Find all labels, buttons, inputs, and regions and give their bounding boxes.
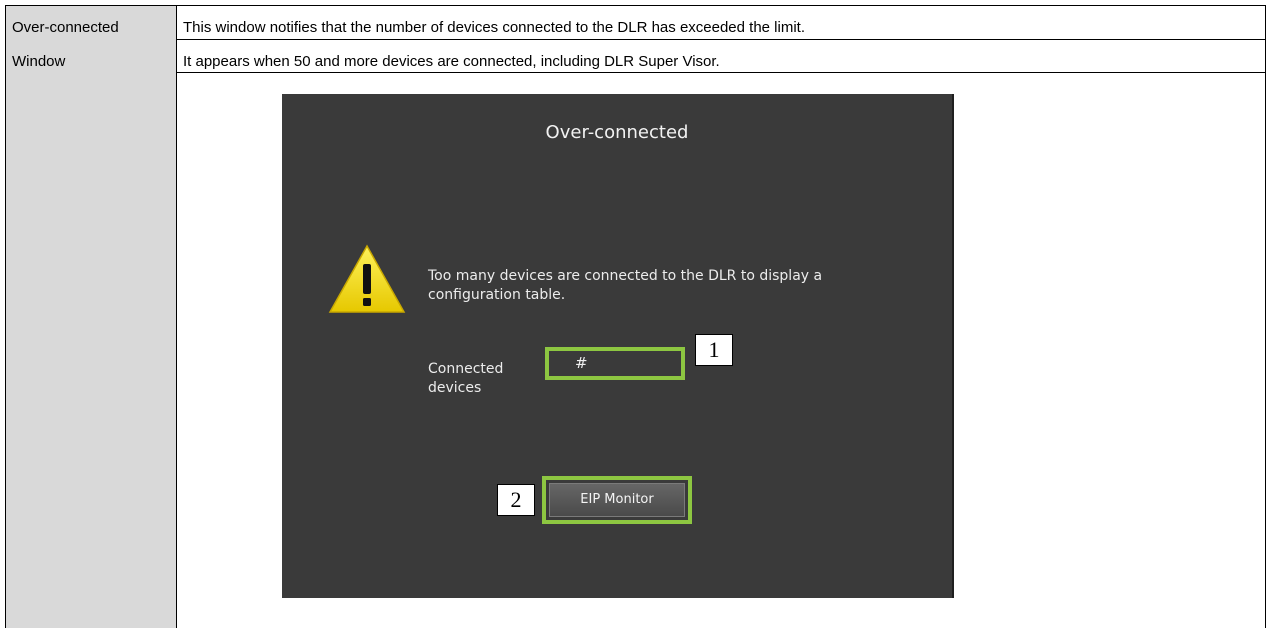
connected-devices-field: # — [545, 347, 685, 380]
connected-devices-value: # — [575, 354, 588, 372]
dialog-message: Too many devices are connected to the DL… — [428, 268, 823, 303]
row-label-cell: Over-connected Window — [6, 6, 177, 628]
eip-monitor-highlight: EIP Monitor — [542, 476, 692, 524]
description-line-1: This window notifies that the number of … — [183, 19, 806, 36]
warning-icon — [328, 244, 406, 313]
description-line-2: It appears when 50 and more devices are … — [183, 53, 720, 70]
eip-monitor-button[interactable]: EIP Monitor — [549, 483, 685, 517]
callout-1: 1 — [695, 334, 733, 366]
row-label-line-2: Window — [12, 53, 66, 70]
dialog-title: Over-connected — [545, 122, 689, 143]
row-divider — [177, 72, 1265, 73]
callout-2: 2 — [497, 484, 535, 516]
connected-devices-label: Connected devices — [428, 361, 504, 396]
row-divider — [177, 39, 1265, 40]
over-connected-dialog: Over-connected Too many devices are conn… — [282, 94, 952, 598]
row-label-line-1: Over-connected — [12, 19, 119, 36]
